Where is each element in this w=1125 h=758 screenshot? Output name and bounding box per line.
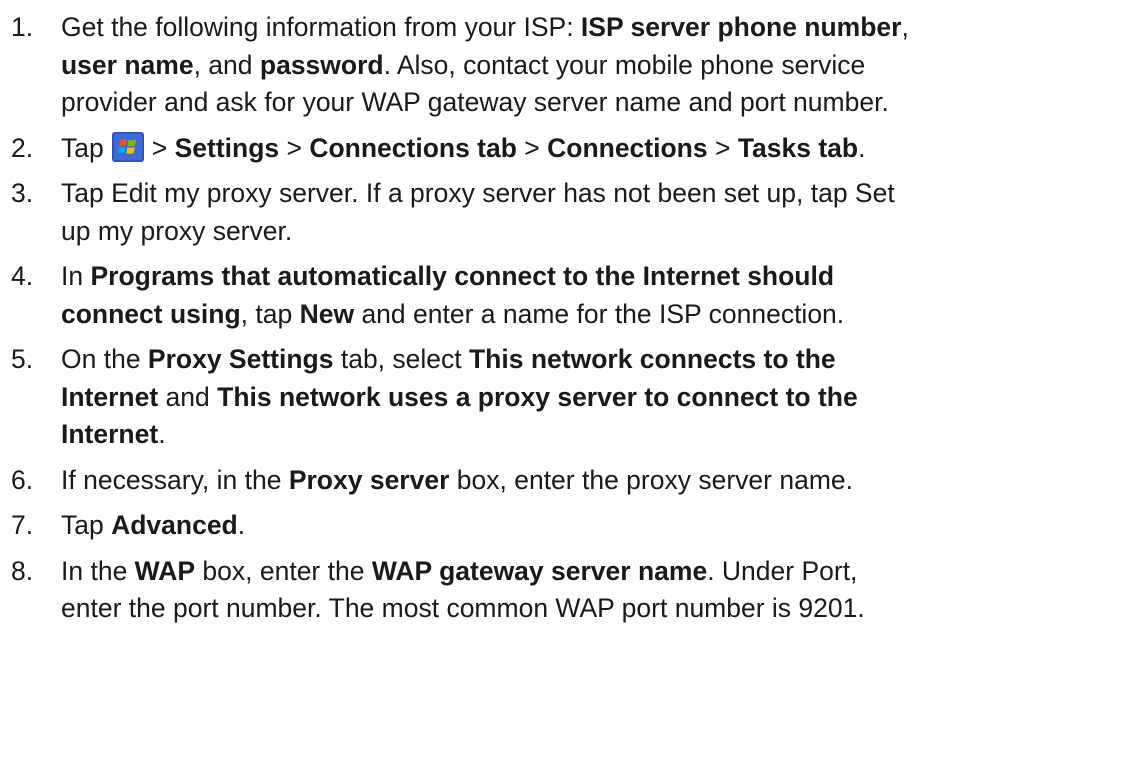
- list-item: 8. In the WAP box, enter the WAP gateway …: [0, 553, 1111, 628]
- bold-term: connect using: [61, 298, 241, 329]
- bold-term: Connections tab: [309, 132, 517, 163]
- text-run: box, enter the: [195, 555, 372, 586]
- text-run: Tap: [61, 132, 104, 163]
- step-text: On the Proxy Settings tab, select This n…: [61, 341, 1111, 454]
- step-number: 7.: [11, 510, 34, 540]
- text-run: >: [516, 132, 548, 163]
- step-text: Tap Edit my proxy server. If a proxy ser…: [61, 175, 1111, 250]
- text-run: and: [158, 381, 218, 412]
- bold-term: password: [259, 49, 384, 80]
- bold-term: WAP gateway server name: [371, 555, 708, 586]
- text-run: , and: [193, 49, 260, 80]
- text-run: >: [707, 132, 738, 163]
- text-run: . Also, contact your mobile phone servic…: [383, 49, 866, 80]
- text-run: Tap Edit my proxy server. If a proxy ser…: [61, 178, 895, 208]
- list-item: 6. If necessary, in the Proxy server box,…: [0, 462, 1111, 500]
- text-run: tab, select: [333, 344, 469, 374]
- text-run: . Under Port,: [707, 555, 858, 586]
- bold-term: Internet: [61, 419, 159, 449]
- text-run: If necessary, in the: [61, 464, 289, 495]
- text-run: ,: [901, 12, 909, 42]
- step-text: Tap > Settings > Connections tab > Connec…: [61, 130, 1111, 168]
- text-run: Tap: [61, 510, 112, 540]
- text-run: On the: [61, 344, 148, 374]
- text-run: Get the following information from your …: [61, 12, 581, 42]
- text-run: .: [858, 132, 866, 163]
- step-number: 4.: [11, 261, 34, 291]
- text-run: In: [61, 261, 91, 291]
- text-run: provider and ask for your WAP gateway se…: [61, 87, 889, 117]
- windows-start-icon: [111, 131, 144, 162]
- step-number: 1.: [11, 12, 34, 42]
- text-run: up my proxy server.: [61, 215, 293, 246]
- text-run: enter the port number. The most common W…: [61, 593, 865, 623]
- step-number: 8.: [11, 555, 34, 586]
- bold-term: Proxy server: [288, 464, 450, 495]
- bold-term: New: [299, 298, 355, 329]
- list-item: 3. Tap Edit my proxy server. If a proxy s…: [0, 175, 1111, 250]
- bold-term: Tasks tab: [737, 132, 859, 163]
- step-text: Tap Advanced.: [61, 507, 1111, 545]
- list-item: 1. Get the following information from you…: [0, 9, 1111, 122]
- bold-term: This network uses a proxy server to conn…: [217, 381, 858, 412]
- step-text: In the WAP box, enter the WAP gateway se…: [61, 553, 1111, 628]
- step-number: 2.: [11, 132, 34, 163]
- text-run: >: [279, 132, 310, 163]
- list-item: 5. On the Proxy Settings tab, select This…: [0, 341, 1111, 454]
- instruction-list: 1. Get the following information from you…: [0, 0, 1125, 758]
- bold-term: user name: [61, 49, 194, 80]
- text-run: and enter a name for the ISP connection.: [354, 298, 845, 329]
- text-run: , tap: [240, 298, 300, 329]
- bold-term: Internet: [61, 381, 159, 412]
- list-item: 7. Tap Advanced.: [0, 507, 1111, 545]
- step-text: Get the following information from your …: [61, 9, 1111, 122]
- list-item: 2. Tap > Settings > Connections tab > Conn…: [0, 130, 1111, 168]
- text-run: >: [151, 132, 175, 163]
- list-item: 4. In Programs that automatically connect…: [0, 258, 1111, 333]
- text-run: In the: [61, 555, 135, 586]
- step-text: In Programs that automatically connect t…: [61, 258, 1111, 333]
- bold-term: Proxy Settings: [147, 344, 334, 374]
- bold-term: Settings: [174, 132, 280, 163]
- bold-term: WAP: [134, 555, 196, 586]
- step-number: 6.: [11, 464, 34, 495]
- text-run: box, enter the proxy server name.: [449, 464, 853, 495]
- bold-term: Connections: [547, 132, 708, 163]
- bold-term: This network connects to the: [469, 344, 836, 374]
- text-run: .: [237, 510, 246, 540]
- text-run: .: [158, 419, 166, 449]
- bold-term: Advanced: [111, 510, 238, 540]
- bold-term: Programs that automatically connect to t…: [90, 261, 835, 291]
- step-number: 3.: [11, 178, 34, 208]
- step-number: 5.: [11, 344, 34, 374]
- bold-term: ISP server phone number: [580, 12, 902, 42]
- step-text: If necessary, in the Proxy server box, e…: [61, 462, 1111, 500]
